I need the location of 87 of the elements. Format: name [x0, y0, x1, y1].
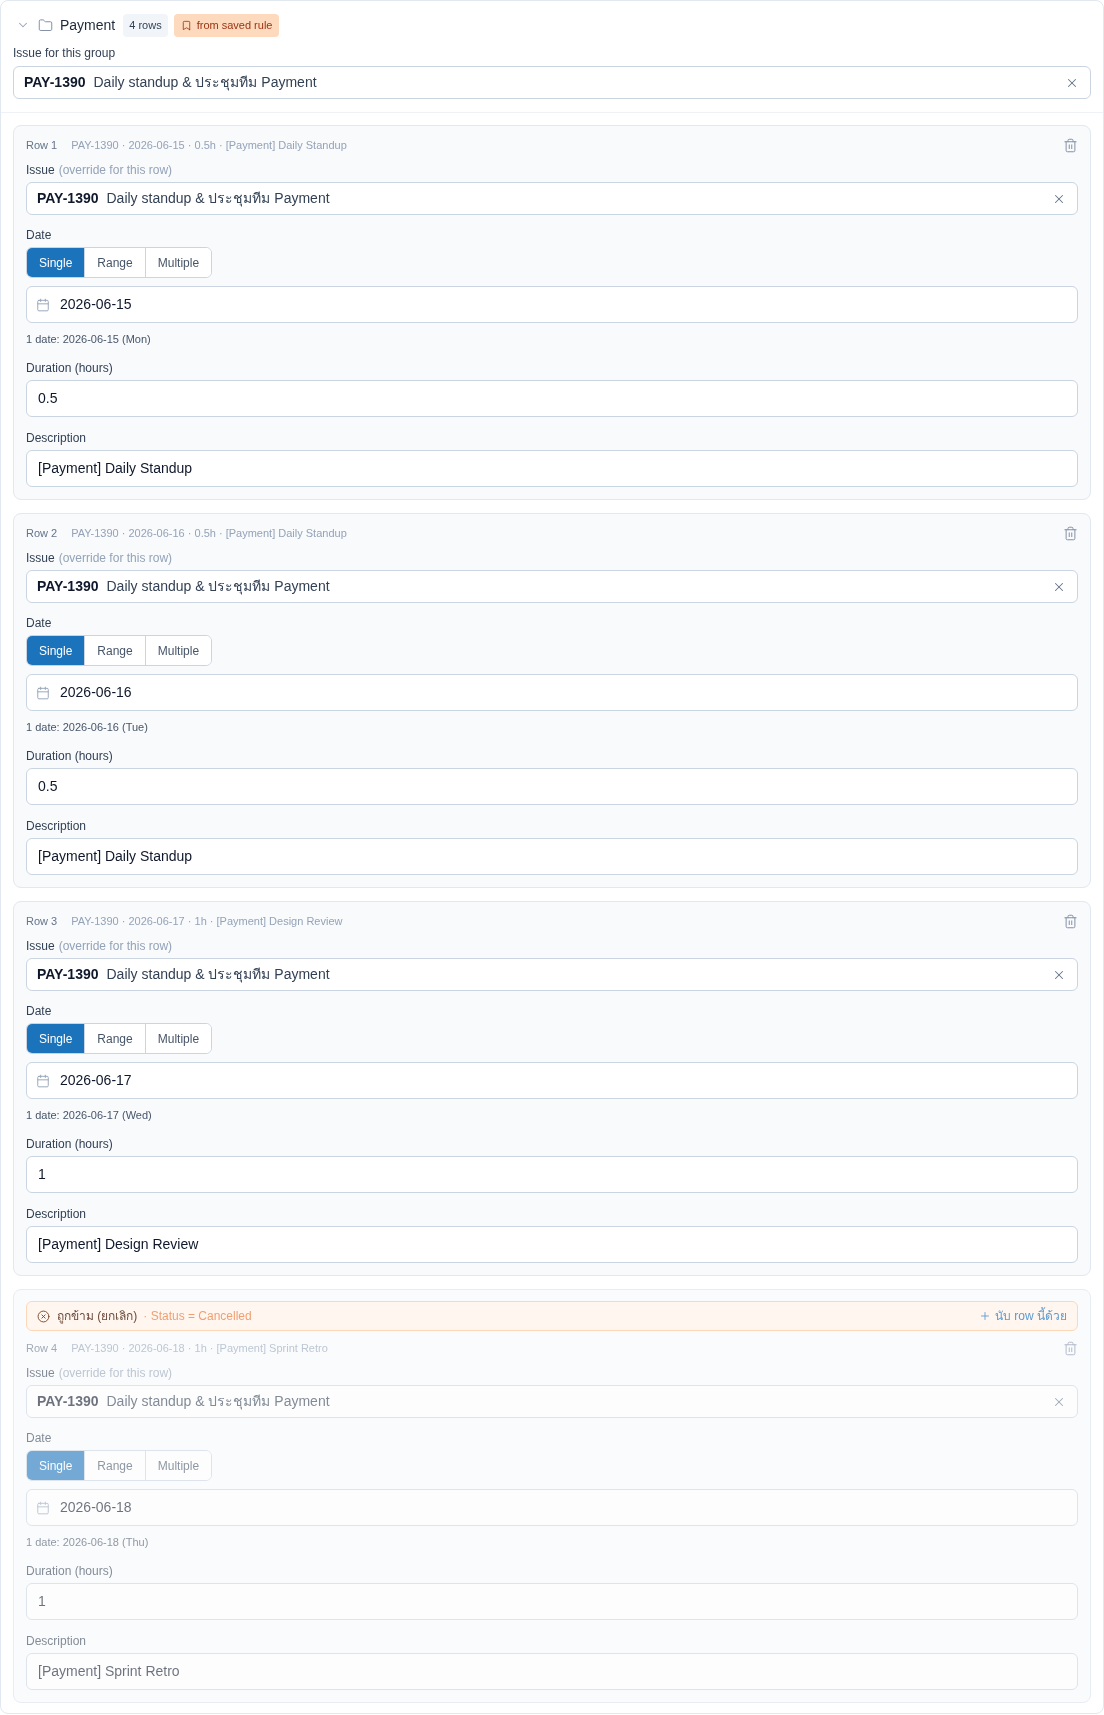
issue-field[interactable]: PAY-1390 Daily standup & ประชุมทีม Payment	[26, 182, 1078, 215]
date-field[interactable]: 2026-06-17	[26, 1062, 1078, 1099]
trash-icon	[1063, 1340, 1078, 1356]
row-summary: PAY-1390 · 2026-06-16 · 0.5h · [Payment] Daily Standup	[71, 525, 347, 541]
description-field[interactable]: [Payment] Daily Standup	[26, 838, 1078, 875]
date-mode-tab[interactable]: Single	[27, 248, 85, 277]
date-summary: 1 date: 2026-06-17 (Wed)	[26, 1108, 153, 1123]
date-summary: 1 date: 2026-06-15 (Mon)	[26, 332, 152, 347]
field-label: Date	[26, 1430, 53, 1446]
field-hint: (override for this row)	[58, 550, 173, 567]
delete-row-button[interactable]	[1063, 525, 1078, 541]
duration-field[interactable]: 1	[26, 1583, 1078, 1620]
issue-summary: Daily standup & ประชุมทีม Payment	[106, 189, 330, 209]
field-label: Issue	[26, 162, 55, 179]
date-field[interactable]: 2026-06-16	[26, 674, 1078, 711]
calendar-icon	[36, 297, 50, 312]
issue-key: PAY-1390	[37, 576, 99, 597]
field-label: Date	[26, 227, 53, 243]
date-field[interactable]: 2026-06-15	[26, 286, 1078, 323]
row-title: Row 3	[26, 913, 58, 929]
trash-icon	[1063, 913, 1078, 929]
row-title: Row 1	[26, 137, 58, 153]
field-label: Issue	[26, 550, 55, 567]
field-label: Issue for this group	[13, 46, 117, 61]
date-mode-tab[interactable]: Multiple	[144, 248, 212, 277]
issue-field[interactable]: PAY-1390 Daily standup & ประชุมทีม Payment	[26, 1385, 1078, 1418]
duration-field[interactable]: 0.5	[26, 768, 1078, 805]
delete-row-button[interactable]	[1063, 1340, 1078, 1356]
bookmark-icon	[180, 19, 192, 31]
trash-icon	[1063, 525, 1078, 541]
field-label: Date	[26, 615, 53, 631]
folder-icon	[38, 17, 53, 33]
plus-icon	[979, 1310, 991, 1322]
saved-rule-label: from saved rule	[196, 17, 273, 33]
duration-field[interactable]: 1	[26, 1156, 1078, 1193]
issue-key: PAY-1390	[37, 1391, 99, 1412]
calendar-icon	[36, 1073, 50, 1088]
description-field[interactable]: [Payment] Sprint Retro	[26, 1653, 1078, 1690]
field-label: Description	[26, 430, 88, 446]
row-summary: PAY-1390 · 2026-06-15 · 0.5h · [Payment] Daily Standup	[71, 137, 347, 153]
description-field[interactable]: [Payment] Design Review	[26, 1226, 1078, 1263]
row-summary: PAY-1390 · 2026-06-18 · 1h · [Payment] Sprint Retro	[71, 1340, 328, 1356]
date-mode-tab[interactable]: Multiple	[144, 1024, 212, 1053]
issue-key: PAY-1390	[37, 188, 99, 209]
delete-row-button[interactable]	[1063, 913, 1078, 929]
date-mode-tab[interactable]: Single	[27, 636, 85, 665]
trash-icon	[1063, 137, 1078, 153]
date-field[interactable]: 2026-06-18	[26, 1489, 1078, 1526]
field-label: Description	[26, 1206, 88, 1222]
row-title: Row 4	[26, 1340, 58, 1356]
issue-key: PAY-1390	[37, 964, 99, 985]
calendar-icon	[36, 685, 50, 700]
skip-title: ถูกข้าม (ยกเลิก)	[57, 1308, 138, 1325]
field-label: Duration (hours)	[26, 360, 114, 376]
field-hint: (override for this row)	[58, 1365, 173, 1382]
field-hint: (override for this row)	[58, 162, 173, 179]
row-summary: PAY-1390 · 2026-06-17 · 1h · [Payment] Design Review	[71, 913, 343, 929]
date-summary: 1 date: 2026-06-18 (Thu)	[26, 1535, 150, 1550]
field-label: Date	[26, 1003, 53, 1019]
field-label: Duration (hours)	[26, 1563, 114, 1579]
cancel-icon	[37, 1309, 50, 1323]
field-label: Description	[26, 818, 88, 834]
calendar-icon	[36, 1500, 50, 1515]
row-title: Row 2	[26, 525, 58, 541]
delete-row-button[interactable]	[1063, 137, 1078, 153]
date-mode-tab[interactable]: Single	[27, 1024, 85, 1053]
issue-summary: Daily standup & ประชุมทีม Payment	[106, 965, 330, 985]
issue-field[interactable]: PAY-1390 Daily standup & ประชุมทีม Payment	[26, 958, 1078, 991]
description-field[interactable]: [Payment] Daily Standup	[26, 450, 1078, 487]
field-label: Duration (hours)	[26, 1136, 114, 1152]
field-label: Issue	[26, 1365, 55, 1382]
issue-field[interactable]: PAY-1390 Daily standup & ประชุมทีม Payment	[13, 66, 1091, 99]
group-name: Payment	[60, 15, 116, 35]
issue-field[interactable]: PAY-1390 Daily standup & ประชุมทีม Payment	[26, 570, 1078, 603]
date-mode-tab[interactable]: Multiple	[144, 636, 212, 665]
issue-summary: Daily standup & ประชุมทีม Payment	[106, 577, 330, 597]
row-count-badge: 4 rows	[123, 13, 168, 37]
duration-field[interactable]: 0.5	[26, 380, 1078, 417]
field-label: Description	[26, 1633, 88, 1649]
field-hint: (override for this row)	[58, 938, 173, 955]
field-label: Issue	[26, 938, 55, 955]
issue-summary: Daily standup & ประชุมทีม Payment	[93, 73, 317, 93]
field-label: Duration (hours)	[26, 748, 114, 764]
issue-key: PAY-1390	[24, 72, 86, 93]
issue-summary: Daily standup & ประชุมทีม Payment	[106, 1392, 330, 1412]
skip-reason: · Status = Cancelled	[143, 1308, 252, 1325]
date-summary: 1 date: 2026-06-16 (Tue)	[26, 720, 149, 735]
